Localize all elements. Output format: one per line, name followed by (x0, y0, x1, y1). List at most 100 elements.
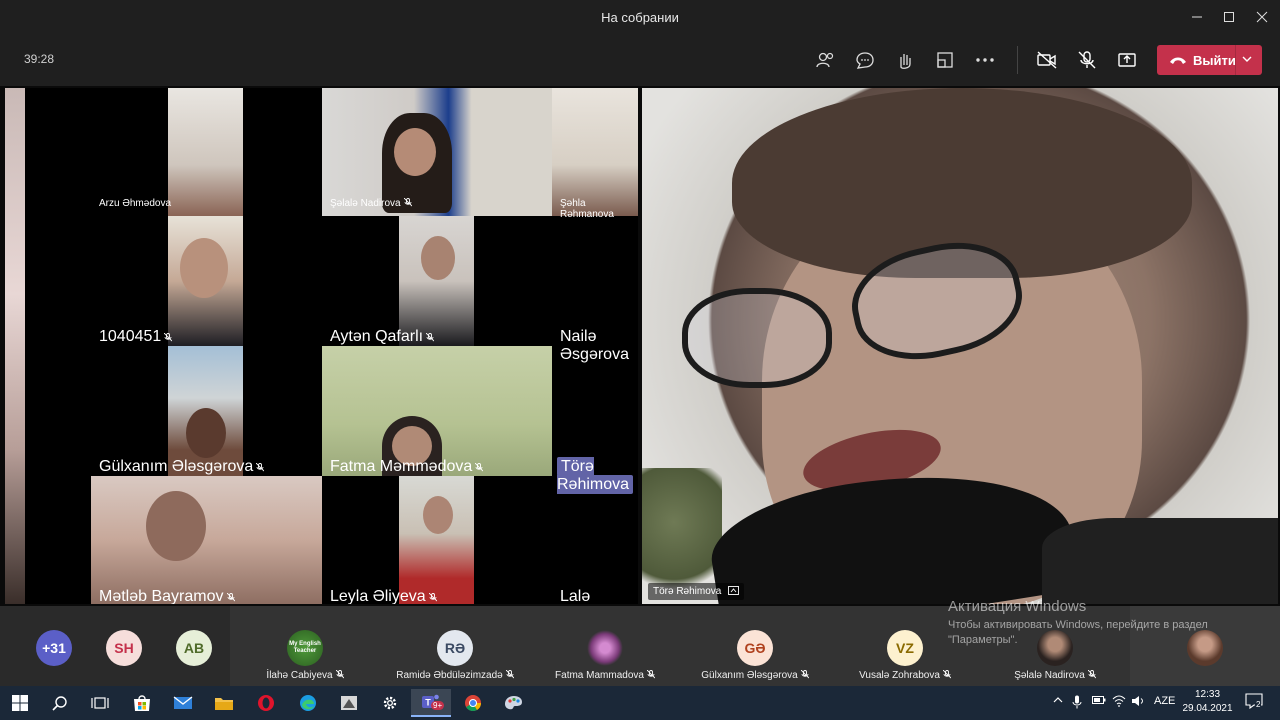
paint-app[interactable] (494, 689, 534, 717)
start-button[interactable] (0, 689, 40, 717)
chevron-down-icon[interactable] (1241, 53, 1253, 65)
title-bar: На собрании (0, 0, 1280, 34)
flower-avatar (587, 630, 623, 666)
video-tile[interactable] (168, 88, 243, 216)
tile-name: Şəlalə Nadirova (330, 198, 412, 209)
video-tile[interactable] (322, 88, 552, 216)
volume-tray-icon[interactable] (1131, 695, 1145, 710)
avatar: GƏ (737, 630, 773, 666)
people-icon (816, 52, 834, 68)
participant-name: Gülxanım Ələsgərova (680, 670, 830, 681)
tile-name: Leyla Əliyeva (330, 588, 437, 604)
maximize-button[interactable] (1212, 0, 1246, 34)
participant-tile[interactable]: RƏ Ramidə Əbdüləzimzadə (380, 606, 530, 686)
avatar[interactable]: AB (176, 630, 212, 666)
clock-time: 12:33 (1194, 689, 1221, 700)
activation-text: Чтобы активировать Windows, перейдите в … (948, 619, 1208, 646)
window-app-icon (341, 696, 357, 710)
video-tile[interactable] (322, 346, 552, 476)
tile-name: Mətləb Bayramov (99, 588, 235, 604)
minimize-icon (1192, 16, 1202, 18)
search-button[interactable] (40, 689, 80, 717)
palette-icon (505, 696, 522, 710)
camera-toggle-button[interactable] (1033, 46, 1061, 74)
rooms-button[interactable] (931, 46, 959, 74)
chrome-app[interactable] (453, 689, 493, 717)
participants-button[interactable] (811, 46, 839, 74)
mic-toggle-button[interactable] (1073, 46, 1101, 74)
opera-app[interactable] (246, 689, 286, 717)
video-tile[interactable] (91, 476, 322, 604)
video-tile[interactable] (399, 476, 474, 604)
mail-app[interactable] (163, 689, 203, 717)
gear-icon (383, 696, 397, 710)
more-participants-button[interactable]: +31 (36, 630, 72, 666)
leave-label: Выйти (1193, 52, 1236, 68)
tile-name: Şəhla Rəhmanova (560, 198, 614, 220)
screen-share-icon (728, 586, 740, 595)
active-speaker-video[interactable]: Törə Rəhimova (642, 88, 1278, 604)
minimize-button[interactable] (1180, 0, 1214, 34)
close-icon (1256, 11, 1268, 23)
video-gallery: Arzu Əhmədova Şəlalə Nadirova Şəhla Rəhm… (5, 88, 638, 604)
teams-badge: 9+ (431, 701, 445, 710)
edge-app[interactable] (288, 689, 328, 717)
mic-off-icon (1078, 51, 1096, 69)
mic-off-icon (426, 333, 435, 342)
teams-app[interactable]: T 9+ (411, 689, 451, 717)
tray-overflow-icon[interactable] (1052, 695, 1064, 708)
notifications-button[interactable]: 2 (1245, 693, 1263, 712)
reactions-button[interactable] (891, 46, 919, 74)
clock[interactable]: 12:33 29.04.2021 (1180, 688, 1235, 716)
chevron-up-icon (1053, 697, 1063, 703)
avatar[interactable]: SH (106, 630, 142, 666)
video-tile[interactable] (168, 346, 243, 476)
maximize-icon (1224, 12, 1234, 22)
close-button[interactable] (1245, 0, 1279, 34)
video-tile[interactable] (552, 88, 638, 216)
tile-name: Lalə Səmədova (560, 588, 591, 604)
chrome-icon (465, 695, 482, 712)
store-icon (134, 695, 150, 711)
participant-tile[interactable]: GƏ Gülxanım Ələsgərova (680, 606, 830, 686)
participant-tile[interactable]: Fatma Mammadova (530, 606, 680, 686)
chat-icon (856, 52, 874, 69)
store-app[interactable] (122, 689, 162, 717)
tile-name: Gülxanım Ələsgərova (99, 458, 265, 476)
raise-hand-icon (900, 54, 911, 69)
ellipsis-icon (976, 58, 994, 62)
mic-off-icon (800, 670, 809, 679)
opera-icon (258, 695, 274, 711)
rooms-icon (937, 52, 953, 68)
participant-name: Vusalə Zohrabova (830, 670, 980, 681)
microphone-icon (1072, 695, 1082, 709)
activation-title: Активация Windows (948, 598, 1087, 615)
wifi-tray-icon[interactable] (1112, 695, 1126, 710)
speaker-icon (1132, 696, 1143, 706)
language-indicator[interactable]: AZE (1154, 695, 1175, 707)
settings-app[interactable] (370, 689, 410, 717)
video-tile[interactable] (168, 216, 243, 346)
battery-icon (1092, 696, 1106, 704)
participant-name: İlahə Cabiyeva (230, 670, 380, 681)
file-explorer-app[interactable] (204, 689, 244, 717)
battery-tray-icon[interactable] (1092, 695, 1106, 708)
leave-button[interactable]: Выйти (1157, 45, 1262, 75)
task-view-button[interactable] (80, 689, 120, 717)
more-actions-button[interactable] (971, 46, 999, 74)
app-icon[interactable] (329, 689, 369, 717)
mic-off-icon (428, 593, 437, 602)
task-view-icon (91, 697, 109, 709)
mic-off-icon (942, 670, 951, 679)
video-tile[interactable] (399, 216, 474, 346)
participant-tile[interactable]: My English Teacher İlahə Cabiyeva (230, 606, 380, 686)
share-screen-button[interactable] (1113, 46, 1141, 74)
speaker-dress (1042, 518, 1278, 604)
mic-tray-icon[interactable] (1072, 695, 1082, 712)
logo-avatar: My English Teacher (287, 630, 323, 666)
chat-button[interactable] (851, 46, 879, 74)
active-speaker-label: Törə Rəhimova (557, 457, 634, 494)
camera-off-icon (1037, 51, 1057, 69)
mic-off-icon (164, 333, 173, 342)
toolbar-divider (1017, 46, 1018, 74)
